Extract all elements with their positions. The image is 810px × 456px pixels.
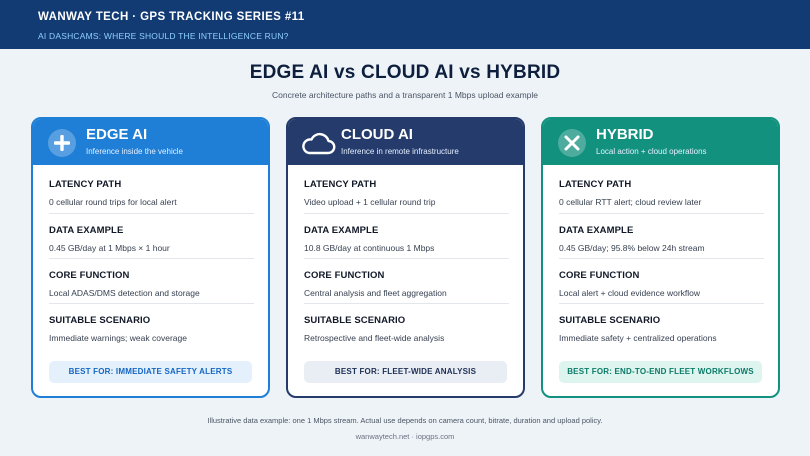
section-value: Immediate safety + centralized operation… xyxy=(559,333,717,343)
section-label: CORE FUNCTION xyxy=(559,270,640,281)
divider xyxy=(304,258,509,259)
edge-ai-card: EDGE AI Inference inside the vehicle LAT… xyxy=(31,117,270,398)
section-label: SUITABLE SCENARIO xyxy=(304,315,406,326)
cloud-ai-card: CLOUD AI Inference in remote infrastruct… xyxy=(286,117,525,398)
suitable-scenario-section: SUITABLE SCENARIO Immediate warnings; we… xyxy=(49,315,254,343)
card-title: HYBRID xyxy=(596,126,654,143)
latency-path-section: LATENCY PATH 0 cellular RTT alert; cloud… xyxy=(559,179,764,207)
divider xyxy=(559,213,764,214)
card-title: CLOUD AI xyxy=(341,126,413,143)
divider xyxy=(559,258,764,259)
section-value: 0 cellular round trips for local alert xyxy=(49,197,177,207)
section-label: DATA EXAMPLE xyxy=(304,225,379,236)
section-label: DATA EXAMPLE xyxy=(559,225,634,236)
footer-links: wanwaytech.net · iopgps.com xyxy=(355,432,455,441)
card-tagline: Local action + cloud operations xyxy=(596,147,707,156)
edge-ai-card-header: EDGE AI Inference inside the vehicle xyxy=(33,119,268,165)
section-label: LATENCY PATH xyxy=(304,179,377,190)
divider xyxy=(49,303,254,304)
data-example-section: DATA EXAMPLE 10.8 GB/day at continuous 1… xyxy=(304,225,509,253)
data-example-section: DATA EXAMPLE 0.45 GB/day; 95.8% below 24… xyxy=(559,225,764,253)
best-for-badge: BEST FOR: FLEET-WIDE ANALYSIS xyxy=(304,361,507,383)
cloud-icon xyxy=(302,132,336,155)
latency-path-section: LATENCY PATH 0 cellular round trips for … xyxy=(49,179,254,207)
suitable-scenario-section: SUITABLE SCENARIO Retrospective and flee… xyxy=(304,315,509,343)
best-for-badge: BEST FOR: IMMEDIATE SAFETY ALERTS xyxy=(49,361,252,383)
divider xyxy=(49,213,254,214)
cross-circle-icon xyxy=(558,129,586,157)
core-function-section: CORE FUNCTION Local ADAS/DMS detection a… xyxy=(49,270,254,298)
section-value: Immediate warnings; weak coverage xyxy=(49,333,187,343)
core-function-section: CORE FUNCTION Central analysis and fleet… xyxy=(304,270,509,298)
hybrid-card-header: HYBRID Local action + cloud operations xyxy=(543,119,778,165)
section-value: Video upload + 1 cellular round trip xyxy=(304,197,436,207)
series-title: WANWAY TECH · GPS TRACKING SERIES #11 xyxy=(38,11,305,23)
section-label: DATA EXAMPLE xyxy=(49,225,124,236)
plus-circle-icon xyxy=(48,129,76,157)
best-for-badge: BEST FOR: END-TO-END FLEET WORKFLOWS xyxy=(559,361,762,383)
page-title: EDGE AI vs CLOUD AI vs HYBRID xyxy=(249,62,561,83)
section-label: SUITABLE SCENARIO xyxy=(559,315,661,326)
divider xyxy=(49,258,254,259)
hybrid-card: HYBRID Local action + cloud operations L… xyxy=(541,117,780,398)
section-label: CORE FUNCTION xyxy=(49,270,130,281)
section-value: 0.45 GB/day at 1 Mbps × 1 hour xyxy=(49,243,170,253)
section-value: 0.45 GB/day; 95.8% below 24h stream xyxy=(559,243,705,253)
page-subtitle: Concrete architecture paths and a transp… xyxy=(271,90,539,100)
card-tagline: Inference in remote infrastructure xyxy=(341,147,459,156)
card-title: EDGE AI xyxy=(86,126,148,143)
data-example-section: DATA EXAMPLE 0.45 GB/day at 1 Mbps × 1 h… xyxy=(49,225,254,253)
cloud-ai-card-header: CLOUD AI Inference in remote infrastruct… xyxy=(288,119,523,165)
section-value: Retrospective and fleet-wide analysis xyxy=(304,333,445,343)
footnote: Illustrative data example: one 1 Mbps st… xyxy=(207,416,603,425)
divider xyxy=(304,213,509,214)
suitable-scenario-section: SUITABLE SCENARIO Immediate safety + cen… xyxy=(559,315,764,343)
divider xyxy=(304,303,509,304)
section-value: 0 cellular RTT alert; cloud review later xyxy=(559,197,702,207)
section-value: Local ADAS/DMS detection and storage xyxy=(49,288,200,298)
header-banner: WANWAY TECH · GPS TRACKING SERIES #11 AI… xyxy=(0,0,810,49)
section-label: SUITABLE SCENARIO xyxy=(49,315,151,326)
card-tagline: Inference inside the vehicle xyxy=(86,147,183,156)
topic-subtitle: AI DASHCAMS: WHERE SHOULD THE INTELLIGEN… xyxy=(38,31,289,41)
section-label: CORE FUNCTION xyxy=(304,270,385,281)
section-label: LATENCY PATH xyxy=(559,179,632,190)
divider xyxy=(559,303,764,304)
latency-path-section: LATENCY PATH Video upload + 1 cellular r… xyxy=(304,179,509,207)
section-label: LATENCY PATH xyxy=(49,179,122,190)
section-value: Local alert + cloud evidence workflow xyxy=(559,288,701,298)
section-value: 10.8 GB/day at continuous 1 Mbps xyxy=(304,243,435,253)
section-value: Central analysis and fleet aggregation xyxy=(304,288,447,298)
core-function-section: CORE FUNCTION Local alert + cloud eviden… xyxy=(559,270,764,298)
